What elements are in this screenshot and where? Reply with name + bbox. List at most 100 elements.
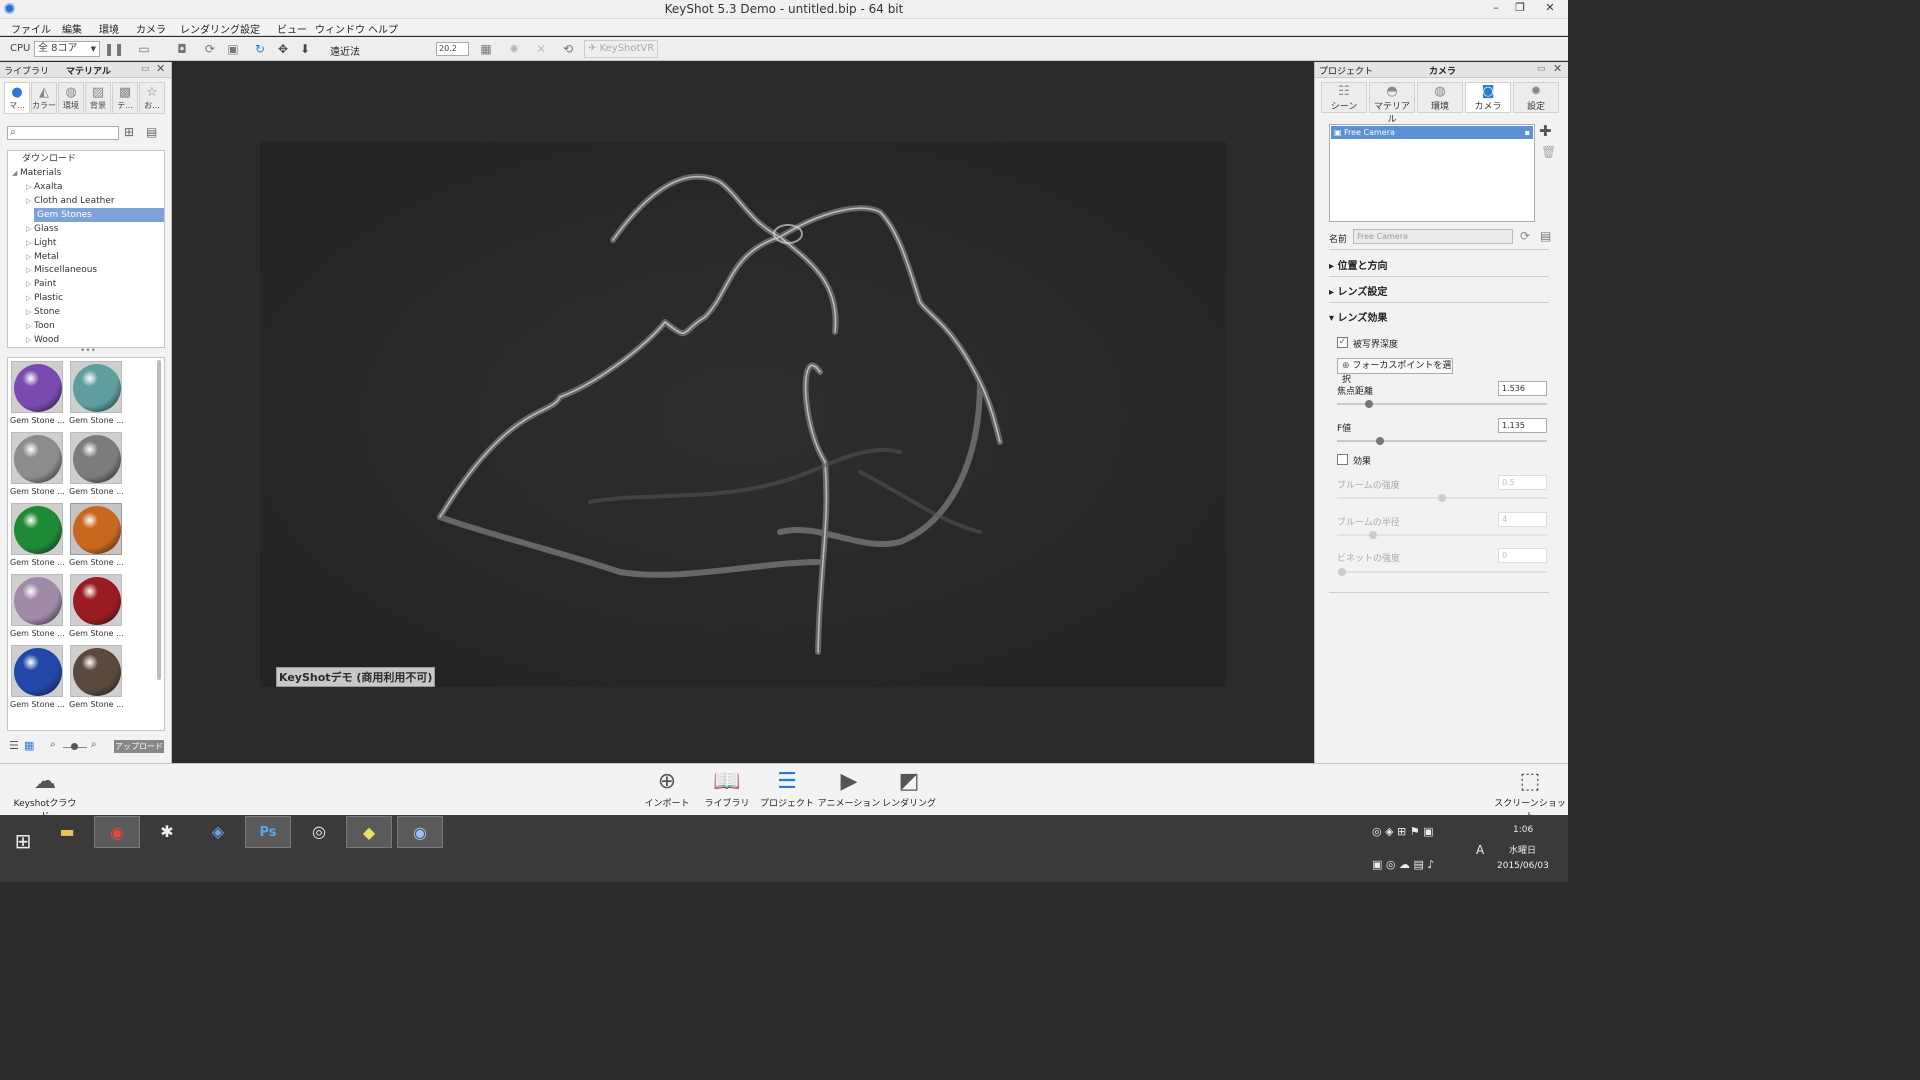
project-button[interactable]: ☰ プロジェクト [754,768,820,814]
app-icon[interactable]: ◈ [195,816,241,848]
screenshot-icon[interactable]: ◘ [174,41,190,57]
animation-button[interactable]: ▶ アニメーション [816,768,882,814]
tree-item[interactable]: ▷ Plastic [8,291,164,305]
upload-button[interactable]: アップロード [114,740,164,753]
category-texture[interactable]: ▩ テ... [112,82,138,114]
undock-icon[interactable]: ▭ [141,64,150,74]
rotate-icon[interactable]: ⟳ [202,41,218,57]
add-camera-icon[interactable]: ✚ [1539,122,1552,140]
close-icon[interactable]: ✕ [1538,1,1562,17]
keyshotvr-button[interactable]: ✈ KeyShotVR [584,40,658,58]
tree-item[interactable]: ▷ Miscellaneous [8,263,164,277]
perspective-input[interactable]: 20.2 [436,42,469,56]
steam-icon[interactable]: ◎ [296,816,342,848]
focus-distance-knob[interactable] [1365,400,1373,408]
tray-icons-2[interactable]: ▣ ◎ ☁ ▤ ♪ [1372,858,1434,871]
restore-icon[interactable]: ❐ [1508,1,1532,17]
material-thumbnail[interactable]: Gem Stone ... [67,642,124,710]
photoshop-icon[interactable]: Ps [245,816,291,848]
trash-icon[interactable]: 🗑 [1541,145,1556,159]
tree-item[interactable]: ▷ Glass [8,222,164,236]
dof-checkbox[interactable]: ✓ [1337,337,1348,348]
render-button[interactable]: ◩ レンダリング [876,768,942,814]
search-input[interactable]: ⌕ [7,126,119,140]
category-background[interactable]: ▨ 背景 [85,82,111,114]
menu-help[interactable]: ヘルプ [368,21,398,36]
tree-item[interactable]: ▷ Cloth and Leather [8,194,164,208]
camera-name-input[interactable]: Free Camera [1353,229,1513,244]
material-thumbnail[interactable]: Gem Stone ... [67,500,124,568]
tab-material[interactable]: ◓ マテリアル [1369,82,1415,125]
zbrush-icon[interactable]: ✱ [144,816,190,848]
tree-item[interactable]: ▷ Toon [8,319,164,333]
minimize-icon[interactable]: – [1484,1,1508,17]
tab-library[interactable]: ライブラリ [4,64,49,77]
menu-settings[interactable]: 設定 [240,21,260,36]
select-focus-point-button[interactable]: ⊕ フォーカスポイントを選択 [1337,358,1453,385]
material-thumbnail[interactable]: Gem Stone ... [67,571,124,639]
splitter-handle[interactable]: ••• [80,346,96,356]
close-panel-icon[interactable]: ✕ [1553,62,1562,75]
expand-icon[interactable]: ◢ [12,166,20,180]
category-environment[interactable]: ◍ 環境 [58,82,84,114]
material-thumbnail[interactable]: Gem Stone ... [8,571,65,639]
menu-view[interactable]: ビュー [277,21,307,36]
clock-weekday[interactable]: 水曜日 [1509,843,1536,856]
menu-file[interactable]: ファイル [11,21,51,36]
drop-icon[interactable]: ⬇ [297,41,313,57]
fstop-knob[interactable] [1376,437,1384,445]
expand-icon[interactable]: ▷ [26,250,34,264]
tab-project[interactable]: プロジェクト [1319,64,1373,77]
tab-environment[interactable]: ◍ 環境 [1417,82,1463,113]
tree-item[interactable]: ▷ Wood [8,333,164,347]
expand-icon[interactable]: ▷ [26,319,34,333]
fstop-slider[interactable] [1337,440,1547,442]
material-thumbnail[interactable]: Gem Stone ... [67,429,124,497]
tray-icons[interactable]: ◎ ◈ ⊞ ⚑ ▣ [1372,825,1434,838]
category-favorites[interactable]: ☆ お... [139,82,165,114]
pause-icon[interactable]: ❚❚ [104,41,124,57]
thumbnail-size-knob[interactable] [71,743,78,750]
file-explorer-icon[interactable]: ▬ [44,816,90,848]
grid-view-icon[interactable]: ▦ [24,739,34,752]
sync-icon[interactable]: ⟲ [560,41,576,57]
tree-item-materials[interactable]: ◢ Materials [8,166,164,180]
list-view-icon[interactable]: ☰ [9,739,19,752]
expand-icon[interactable]: ▷ [26,263,34,277]
camera-list-item[interactable]: ▣ Free Camera ▪ [1331,126,1533,139]
undock-icon[interactable]: ▭ [1537,64,1546,74]
lock-icon[interactable]: ▪ [1525,126,1530,139]
category-materials[interactable]: ● マ... [4,82,30,114]
tree-item[interactable]: ▷ Light [8,236,164,250]
menu-window[interactable]: ウィンドウ [315,21,365,36]
save-icon[interactable]: ▤ [1540,229,1551,243]
keyshot-cloud-button[interactable]: ☁Keyshotクラウド [10,768,80,822]
render-viewport[interactable]: KeyShotデモ (商用利用不可) [174,62,1312,763]
clock-time[interactable]: 1:06 [1513,825,1533,835]
region-icon[interactable]: ▭ [136,41,152,57]
tree-item[interactable]: ▷ Metal [8,250,164,264]
tab-material[interactable]: マテリアル [66,64,111,77]
effects-checkbox[interactable] [1337,454,1348,465]
tree-item[interactable]: Gem Stones [8,207,164,222]
keyshot-taskbar-icon[interactable]: ◉ [397,816,443,848]
expand-icon[interactable]: ▷ [26,277,34,291]
expand-icon[interactable]: ▷ [26,194,34,208]
tab-settings[interactable]: ✹ 設定 [1513,82,1559,113]
expand-icon[interactable]: ▷ [26,222,34,236]
fstop-input[interactable]: 1.135 [1498,418,1547,433]
menu-edit[interactable]: 編集 [62,21,82,36]
category-colors[interactable]: ◭ カラー [31,82,57,114]
clock-date[interactable]: 2015/06/03 [1497,861,1549,871]
close-panel-icon[interactable]: ✕ [156,62,165,75]
expand-icon[interactable]: ▷ [26,333,34,347]
zoom-in-icon[interactable]: ⌕ [91,739,97,750]
thumbnail-scrollbar[interactable] [157,360,161,680]
section-position-orientation[interactable]: ▸ 位置と方向 [1329,257,1549,272]
tree-item-downloads[interactable]: ダウンロード [8,152,164,166]
tab-scene[interactable]: ☷ シーン [1321,82,1367,113]
menu-environment[interactable]: 環境 [99,21,119,36]
grid-icon[interactable]: ▦ [478,41,494,57]
ime-indicator[interactable]: A [1476,843,1484,857]
expand-icon[interactable]: ▷ [26,291,34,305]
